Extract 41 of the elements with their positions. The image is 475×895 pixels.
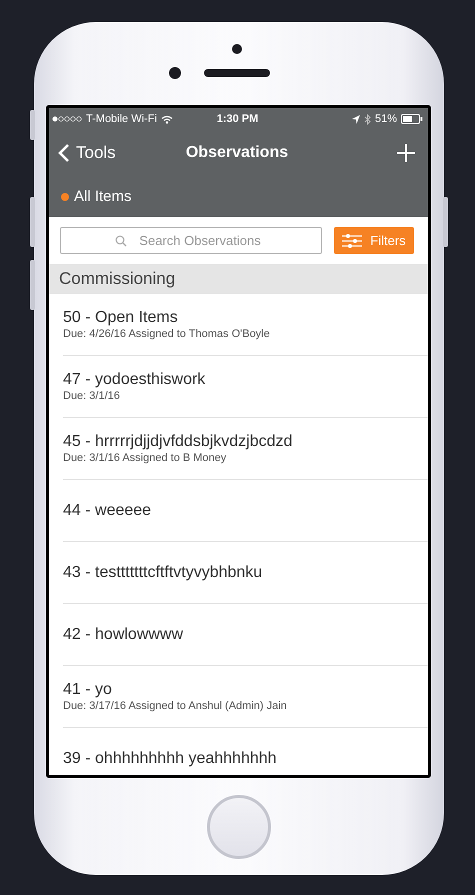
list-item[interactable]: 41 - yo Due: 3/17/16 Assigned to Anshul (Admin) Jain <box>63 666 428 728</box>
item-title: 39 - ohhhhhhhhh yeahhhhhhh <box>63 750 278 768</box>
camera-icon <box>232 44 242 54</box>
item-title: 47 - yodoesthiswork <box>63 371 206 389</box>
item-title: 44 - weeeee <box>63 502 152 520</box>
item-title: 42 - howlowwww <box>63 626 184 644</box>
item-subtitle: Due: 4/26/16 Assigned to Thomas O'Boyle <box>63 328 271 340</box>
search-icon <box>115 235 127 247</box>
add-icon[interactable] <box>396 143 416 163</box>
section-title: Commissioning <box>59 269 176 289</box>
speaker-grille <box>204 69 270 77</box>
battery-icon <box>400 114 423 124</box>
list-item[interactable]: 44 - weeeee <box>63 480 428 542</box>
wifi-icon <box>160 114 173 124</box>
item-subtitle: Due: 3/1/16 <box>63 390 121 402</box>
item-title: 45 - hrrrrrjdjjdjvfddsbjkvdzjbcdzd <box>63 433 294 451</box>
screen-title: Observations <box>186 144 288 162</box>
list-item[interactable]: 45 - hrrrrrjdjjdjvfddsbjkvdzjbcdzd Due: 3/1/16 Assigned to B Money <box>63 418 428 480</box>
scope-label[interactable]: All Items <box>74 188 132 205</box>
battery-percent: 51% <box>374 113 397 125</box>
search-field[interactable]: Search Observations <box>60 227 322 254</box>
chevron-left-icon <box>58 143 70 163</box>
clock-time: 1:30 PM <box>216 113 258 125</box>
camera-icon <box>168 67 180 79</box>
sliders-icon <box>342 232 362 248</box>
list-item[interactable]: 42 - howlowwww <box>63 604 428 666</box>
back-button[interactable]: Tools <box>58 143 138 163</box>
item-title: 41 - yo <box>63 681 113 699</box>
list-item[interactable]: 39 - ohhhhhhhhh yeahhhhhhh <box>63 728 428 775</box>
list-item[interactable]: 50 - Open Items Due: 4/26/16 Assigned to Thomas O'Boyle <box>63 294 428 356</box>
item-title: 43 - testttttttcftftvtyvybhbnku <box>63 564 264 582</box>
item-subtitle: Due: 3/1/16 Assigned to B Money <box>63 452 228 464</box>
carrier-label: T-Mobile Wi-Fi <box>86 113 157 125</box>
list-item[interactable]: 47 - yodoesthiswork Due: 3/1/16 <box>63 356 428 418</box>
bluetooth-icon <box>364 114 371 124</box>
location-icon <box>352 114 360 124</box>
item-title: 50 - Open Items <box>63 309 179 327</box>
status-dot <box>61 192 69 200</box>
list-item[interactable]: 43 - testttttttcftftvtyvybhbnku <box>63 542 428 604</box>
signal-icon <box>52 116 82 122</box>
item-subtitle: Due: 3/17/16 Assigned to Anshul (Admin) Jain <box>63 700 288 712</box>
